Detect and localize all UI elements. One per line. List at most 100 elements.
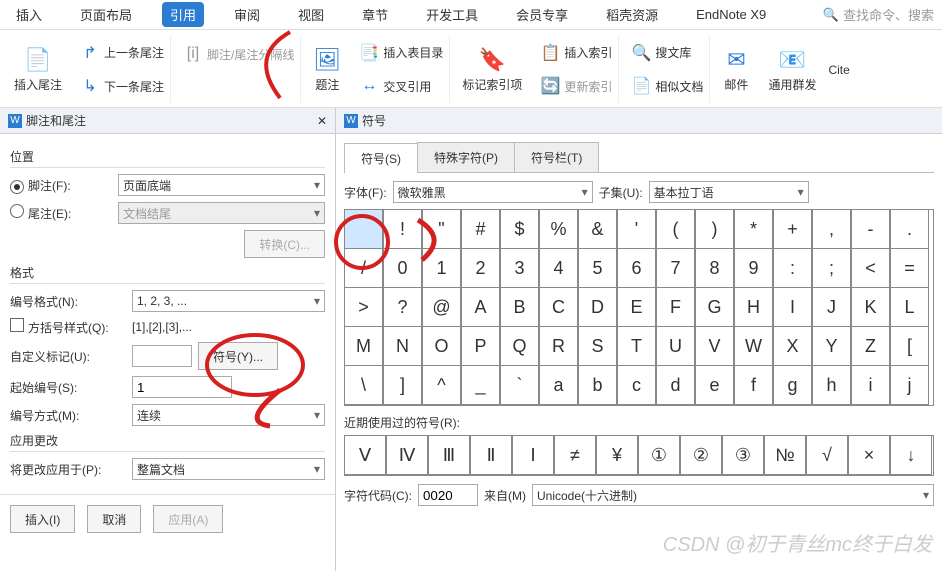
recent-symbol-cell[interactable]: ≠ (554, 435, 596, 475)
symbol-cell[interactable]: 8 (695, 248, 734, 288)
cancel-button[interactable]: 取消 (87, 505, 141, 533)
mark-index-button[interactable]: 🔖 标记索引项 (456, 36, 528, 103)
symbol-cell[interactable]: X (773, 326, 812, 366)
symbol-cell[interactable]: K (851, 287, 890, 327)
symbol-cell[interactable]: ; (812, 248, 851, 288)
symbol-cell[interactable]: g (773, 365, 812, 405)
symbol-cell[interactable]: P (461, 326, 500, 366)
insert-index-button[interactable]: 📋插入索引 (540, 41, 612, 65)
symbol-cell[interactable]: , (812, 209, 851, 249)
symbol-cell[interactable]: ` (500, 365, 539, 405)
symbol-cell[interactable]: I (773, 287, 812, 327)
symbol-cell[interactable]: + (773, 209, 812, 249)
symbol-cell[interactable]: ( (656, 209, 695, 249)
symbol-cell[interactable]: 4 (539, 248, 578, 288)
symbol-cell[interactable]: j (890, 365, 929, 405)
symbol-cell[interactable]: . (890, 209, 929, 249)
symbol-cell[interactable]: i (851, 365, 890, 405)
symbol-cell[interactable]: E (617, 287, 656, 327)
endnote-radio[interactable] (10, 204, 24, 218)
next-footnote-button[interactable]: ↳下一条尾注 (80, 74, 164, 98)
tab-docer[interactable]: 稻壳资源 (598, 2, 666, 27)
symbol-cell[interactable]: d (656, 365, 695, 405)
symbol-cell[interactable]: M (344, 326, 383, 366)
recent-symbol-cell[interactable]: № (764, 435, 806, 475)
symbol-cell[interactable]: O (422, 326, 461, 366)
symbol-cell[interactable]: S (578, 326, 617, 366)
insert-button[interactable]: 插入(I) (10, 505, 75, 533)
from-select[interactable]: Unicode(十六进制)▾ (532, 484, 934, 506)
cite-button[interactable]: Cite (828, 36, 849, 103)
bracket-checkbox[interactable] (10, 318, 24, 332)
symbol-cell[interactable]: < (851, 248, 890, 288)
symbol-cell[interactable]: c (617, 365, 656, 405)
symbol-cell[interactable]: $ (500, 209, 539, 249)
symbol-cell[interactable]: 7 (656, 248, 695, 288)
symbol-cell[interactable]: Q (500, 326, 539, 366)
symbol-cell[interactable]: _ (461, 365, 500, 405)
recent-symbol-cell[interactable]: √ (806, 435, 848, 475)
symbol-cell[interactable]: # (461, 209, 500, 249)
cross-ref-button[interactable]: ↔交叉引用 (359, 74, 443, 98)
symbol-cell[interactable]: D (578, 287, 617, 327)
footnote-group[interactable]: 📄 插入尾注 (8, 36, 68, 103)
tab-vip[interactable]: 会员专享 (508, 2, 576, 27)
symbol-cell[interactable]: 2 (461, 248, 500, 288)
symbol-cell[interactable]: b (578, 365, 617, 405)
apply-to-select[interactable]: 整篇文档▾ (132, 458, 325, 480)
symbol-cell[interactable]: : (773, 248, 812, 288)
symbol-cell[interactable]: ) (695, 209, 734, 249)
recent-symbol-cell[interactable]: ① (638, 435, 680, 475)
tab-review[interactable]: 审阅 (226, 2, 268, 27)
symbol-cell[interactable]: & (578, 209, 617, 249)
recent-symbol-cell[interactable]: ② (680, 435, 722, 475)
start-at-input[interactable] (132, 376, 232, 398)
symbol-cell[interactable]: U (656, 326, 695, 366)
symbol-cell[interactable]: 6 (617, 248, 656, 288)
symbol-cell[interactable]: 0 (383, 248, 422, 288)
symbol-cell[interactable]: 1 (422, 248, 461, 288)
symbol-cell[interactable]: W (734, 326, 773, 366)
symbol-cell[interactable]: e (695, 365, 734, 405)
symbol-cell[interactable]: Z (851, 326, 890, 366)
footnote-pos-select[interactable]: 页面底端▾ (118, 174, 325, 196)
tab-view[interactable]: 视图 (290, 2, 332, 27)
subset-select[interactable]: 基本拉丁语▾ (649, 181, 809, 203)
tab-endnote[interactable]: EndNote X9 (688, 4, 774, 25)
symbol-cell[interactable]: J (812, 287, 851, 327)
footnote-radio-label[interactable]: 脚注(F): (10, 177, 112, 194)
symbol-cell[interactable]: H (734, 287, 773, 327)
symbol-cell[interactable]: N (383, 326, 422, 366)
sym-tab-special[interactable]: 特殊字符(P) (417, 142, 515, 172)
symbol-cell[interactable]: C (539, 287, 578, 327)
tab-references[interactable]: 引用 (162, 2, 204, 27)
symbol-cell[interactable]: h (812, 365, 851, 405)
symbol-cell[interactable]: [ (890, 326, 929, 366)
caption-button[interactable]: 🖼 题注 (307, 36, 347, 103)
tab-layout[interactable]: 页面布局 (72, 2, 140, 27)
endnote-radio-label[interactable]: 尾注(E): (10, 204, 112, 222)
symbol-cell[interactable]: 9 (734, 248, 773, 288)
mass-send-button[interactable]: 📧 通用群发 (762, 36, 822, 103)
close-button[interactable]: ✕ (317, 114, 327, 128)
recent-symbol-cell[interactable]: ③ (722, 435, 764, 475)
tab-insert[interactable]: 插入 (8, 2, 50, 27)
recent-symbol-cell[interactable]: Ⅱ (470, 435, 512, 475)
sym-tab-bar[interactable]: 符号栏(T) (514, 142, 599, 172)
recent-symbol-cell[interactable]: ↓ (890, 435, 932, 475)
symbol-cell[interactable]: f (734, 365, 773, 405)
symbol-cell[interactable]: T (617, 326, 656, 366)
symbol-cell[interactable]: > (344, 287, 383, 327)
custom-mark-input[interactable] (132, 345, 192, 367)
symbol-cell[interactable]: - (851, 209, 890, 249)
symbol-cell[interactable]: G (695, 287, 734, 327)
footnote-radio[interactable] (10, 180, 24, 194)
font-select[interactable]: 微软雅黑▾ (393, 181, 593, 203)
symbol-cell[interactable]: B (500, 287, 539, 327)
recent-symbol-cell[interactable]: × (848, 435, 890, 475)
tab-dev[interactable]: 开发工具 (418, 2, 486, 27)
symbol-cell[interactable]: ] (383, 365, 422, 405)
symbol-cell[interactable]: ? (383, 287, 422, 327)
search-box[interactable]: 🔍 查找命令、搜索 (823, 5, 934, 24)
symbol-cell[interactable]: R (539, 326, 578, 366)
